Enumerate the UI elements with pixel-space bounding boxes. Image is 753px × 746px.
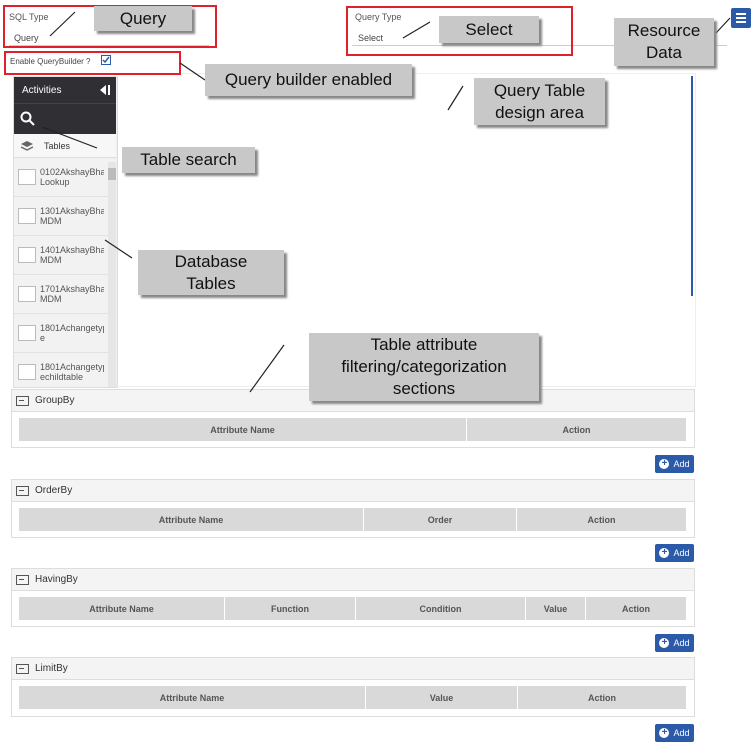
resource-data-button[interactable]: [731, 8, 751, 28]
table-name: 0102AkshayBha Lookup: [40, 167, 104, 187]
table-icon: [18, 169, 36, 185]
limitby-table-header: Attribute Name Value Action: [19, 686, 687, 709]
groupby-title: GroupBy: [35, 395, 75, 406]
callout-table-search: Table search: [122, 147, 255, 173]
callout-query-builder-enabled: Query builder enabled: [205, 64, 412, 96]
sidebar-scrollbar[interactable]: [108, 162, 116, 387]
table-name: 1801Achangetyp e: [40, 323, 104, 343]
column-header: Attribute Name: [19, 597, 225, 620]
groupby-add-button[interactable]: + Add: [655, 455, 694, 473]
orderby-title: OrderBy: [35, 485, 73, 496]
plus-icon: +: [659, 459, 670, 469]
table-name: 1401AkshayBha MDM: [40, 245, 104, 265]
table-icon: [18, 286, 36, 302]
limitby-section: LimitBy Attribute Name Value Action: [11, 657, 695, 717]
limitby-title: LimitBy: [35, 663, 68, 674]
table-name: 1301AkshayBha MDM: [40, 206, 104, 226]
table-item[interactable]: 1801Achangetyp echildtable: [14, 353, 117, 387]
callout-query: Query: [94, 6, 192, 31]
plus-icon: +: [659, 548, 670, 558]
column-header: Value: [366, 686, 518, 709]
column-header: Order: [364, 508, 517, 531]
orderby-add-button[interactable]: + Add: [655, 544, 694, 562]
groupby-table-header: Attribute Name Action: [19, 418, 687, 441]
activities-title: Activities: [22, 84, 62, 96]
plus-icon: +: [659, 728, 670, 738]
column-header: Action: [586, 597, 687, 620]
havingby-add-button[interactable]: + Add: [655, 634, 694, 652]
section-icon: [16, 395, 29, 406]
callout-resource-data: Resource Data: [614, 18, 714, 66]
table-icon: [18, 325, 36, 341]
column-header: Attribute Name: [19, 508, 364, 531]
design-area-scrollbar[interactable]: [691, 76, 693, 296]
havingby-title: HavingBy: [35, 574, 78, 585]
scrollbar-thumb[interactable]: [108, 168, 116, 180]
activities-sidebar: Activities Tables 0102AkshayBha Lookup 1…: [13, 76, 118, 388]
havingby-section: HavingBy Attribute Name Function Conditi…: [11, 568, 695, 627]
havingby-table-header: Attribute Name Function Condition Value …: [19, 597, 687, 620]
limitby-add-button[interactable]: + Add: [655, 724, 694, 742]
havingby-header[interactable]: HavingBy: [12, 569, 694, 591]
section-icon: [16, 485, 29, 496]
column-header: Attribute Name: [19, 686, 366, 709]
table-search[interactable]: [14, 103, 117, 134]
tables-tab-label: Tables: [44, 140, 71, 151]
table-icon: [18, 208, 36, 224]
column-header: Action: [518, 686, 687, 709]
add-label: Add: [673, 638, 690, 648]
add-label: Add: [673, 459, 690, 469]
limitby-header[interactable]: LimitBy: [12, 658, 694, 680]
column-header: Function: [225, 597, 356, 620]
add-label: Add: [673, 548, 690, 558]
layers-icon: [20, 140, 34, 151]
table-item[interactable]: 1401AkshayBha MDM: [14, 236, 117, 275]
table-item[interactable]: 1301AkshayBha MDM: [14, 197, 117, 236]
callout-database-tables: Database Tables: [138, 250, 284, 295]
table-name: 1701AkshayBha MDM: [40, 284, 104, 304]
orderby-section: OrderBy Attribute Name Order Action: [11, 479, 695, 538]
table-item[interactable]: 1801Achangetyp e: [14, 314, 117, 353]
enable-querybuilder-highlight: [4, 51, 181, 75]
column-header: Action: [517, 508, 687, 531]
search-icon[interactable]: [20, 111, 36, 127]
callout-design-area: Query Table design area: [474, 78, 605, 125]
tables-tab[interactable]: Tables: [14, 134, 117, 158]
callout-filtering-sections: Table attribute filtering/categorization…: [309, 333, 539, 401]
table-item[interactable]: 0102AkshayBha Lookup: [14, 158, 117, 197]
table-item[interactable]: 1701AkshayBha MDM: [14, 275, 117, 314]
column-header: Value: [526, 597, 586, 620]
collapse-icon[interactable]: [99, 84, 111, 96]
section-icon: [16, 574, 29, 585]
orderby-header[interactable]: OrderBy: [12, 480, 694, 502]
menu-icon: [736, 13, 746, 23]
activities-header: Activities: [14, 77, 117, 103]
section-icon: [16, 663, 29, 674]
callout-select: Select: [439, 16, 539, 43]
table-list: 0102AkshayBha Lookup 1301AkshayBha MDM 1…: [14, 158, 117, 387]
table-icon: [18, 247, 36, 263]
column-header: Action: [467, 418, 687, 441]
orderby-table-header: Attribute Name Order Action: [19, 508, 687, 531]
table-name: 1801Achangetyp echildtable: [40, 362, 104, 382]
table-icon: [18, 364, 36, 380]
column-header: Attribute Name: [19, 418, 467, 441]
column-header: Condition: [356, 597, 526, 620]
add-label: Add: [673, 728, 690, 738]
plus-icon: +: [659, 638, 670, 648]
